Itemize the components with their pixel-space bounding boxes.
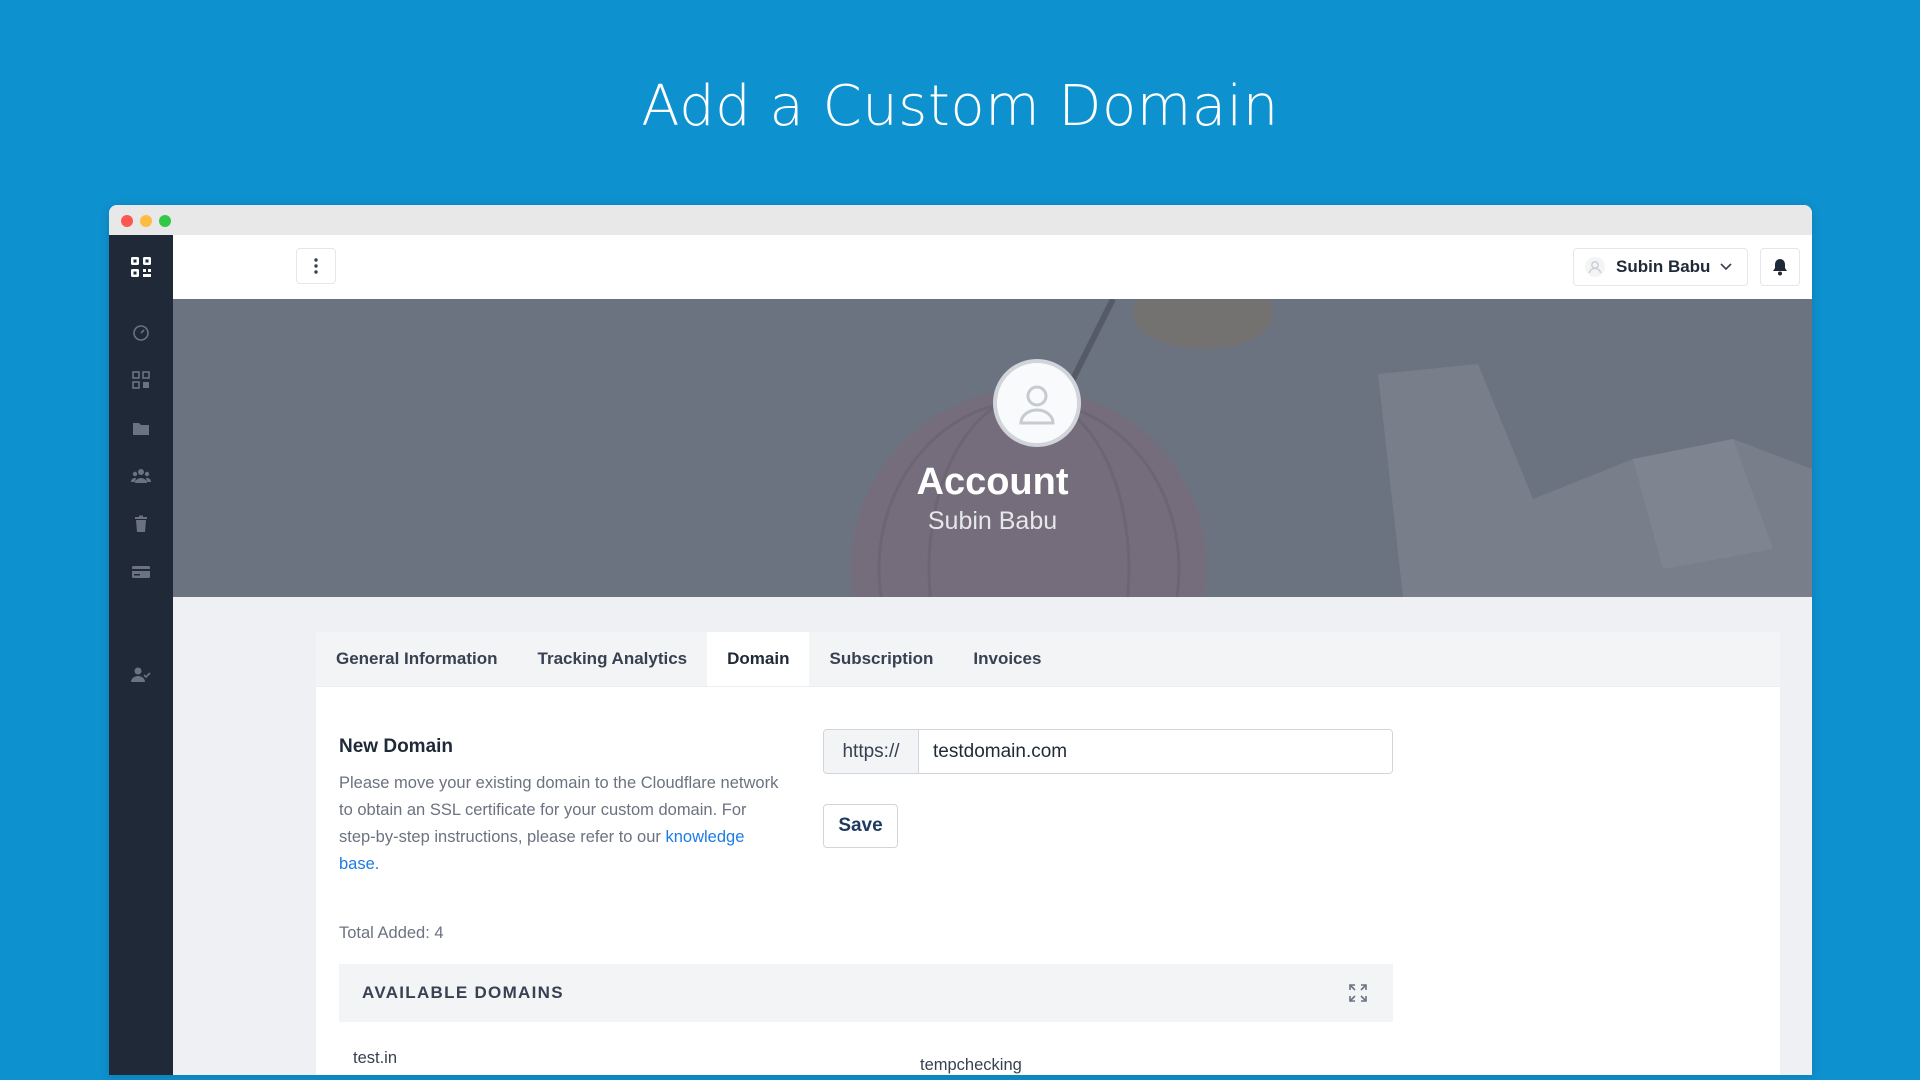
tab-bar: General Information Tracking Analytics D… — [316, 632, 1780, 687]
account-subtitle: Subin Babu — [927, 507, 1058, 535]
url-prefix: https:// — [824, 730, 919, 773]
qr-code-icon — [132, 371, 150, 389]
tab-subscription[interactable]: Subscription — [809, 632, 953, 686]
expand-button[interactable] — [1347, 982, 1369, 1004]
kebab-menu-icon — [314, 258, 318, 274]
trash-icon — [135, 515, 147, 532]
chevron-down-icon — [1720, 263, 1733, 271]
user-avatar-icon — [1019, 385, 1055, 425]
folder-icon — [133, 423, 149, 435]
tab-domain[interactable]: Domain — [707, 632, 810, 686]
dashboard-icon — [133, 325, 149, 341]
new-domain-title: New Domain — [339, 736, 454, 757]
total-added-count: Total Added: 4 — [339, 924, 444, 942]
tab-tracking-analytics[interactable]: Tracking Analytics — [518, 632, 708, 686]
window-close-button[interactable] — [121, 215, 133, 227]
bell-icon — [1773, 259, 1787, 276]
sidebar-item-account[interactable] — [109, 660, 173, 690]
domain-list-item: test.in — [353, 1049, 398, 1067]
new-domain-description: Please move your existing domain to the … — [339, 770, 779, 878]
available-domains-header: AVAILABLE DOMAINS — [339, 964, 1393, 1022]
top-bar: Subin Babu — [173, 235, 1812, 300]
window-maximize-button[interactable] — [159, 215, 171, 227]
notifications-button[interactable] — [1760, 248, 1800, 286]
credit-card-icon — [132, 566, 150, 578]
user-menu-button[interactable]: Subin Babu — [1573, 248, 1748, 286]
save-button[interactable]: Save — [823, 804, 898, 848]
sidebar-item-trash[interactable] — [109, 509, 173, 539]
account-card: General Information Tracking Analytics D… — [316, 632, 1780, 1075]
user-name: Subin Babu — [1616, 257, 1711, 276]
tab-invoices[interactable]: Invoices — [953, 632, 1061, 686]
qr-logo-icon — [131, 257, 151, 277]
account-title: Account — [916, 461, 1069, 503]
domain-url-group: https:// — [823, 729, 1393, 774]
sidebar-item-qr-codes[interactable] — [109, 365, 173, 395]
sidebar-item-users[interactable] — [109, 461, 173, 491]
user-check-icon — [131, 667, 151, 682]
users-icon — [131, 469, 151, 483]
expand-icon — [1349, 984, 1367, 1002]
profile-banner: Account Subin Babu — [173, 299, 1812, 597]
profile-avatar — [993, 359, 1081, 447]
app-window: Subin Babu Account Subin Babu General In… — [109, 205, 1812, 1075]
domain-input[interactable] — [919, 730, 1392, 773]
available-domains-title: AVAILABLE DOMAINS — [362, 983, 564, 1002]
app-logo[interactable] — [109, 235, 173, 299]
window-titlebar — [109, 205, 1812, 235]
sidebar — [109, 235, 173, 1075]
sidebar-item-dashboard[interactable] — [109, 317, 173, 347]
user-avatar-icon — [1585, 257, 1605, 277]
sidebar-item-folders[interactable] — [109, 413, 173, 443]
page-headline: Add a Custom Domain — [641, 74, 1279, 139]
banner-background-image — [173, 299, 1812, 597]
domain-list-item: tempchecking — [920, 1056, 1022, 1074]
more-options-button[interactable] — [296, 248, 336, 284]
tab-general-information[interactable]: General Information — [316, 632, 518, 686]
sidebar-item-billing[interactable] — [109, 557, 173, 587]
window-minimize-button[interactable] — [140, 215, 152, 227]
